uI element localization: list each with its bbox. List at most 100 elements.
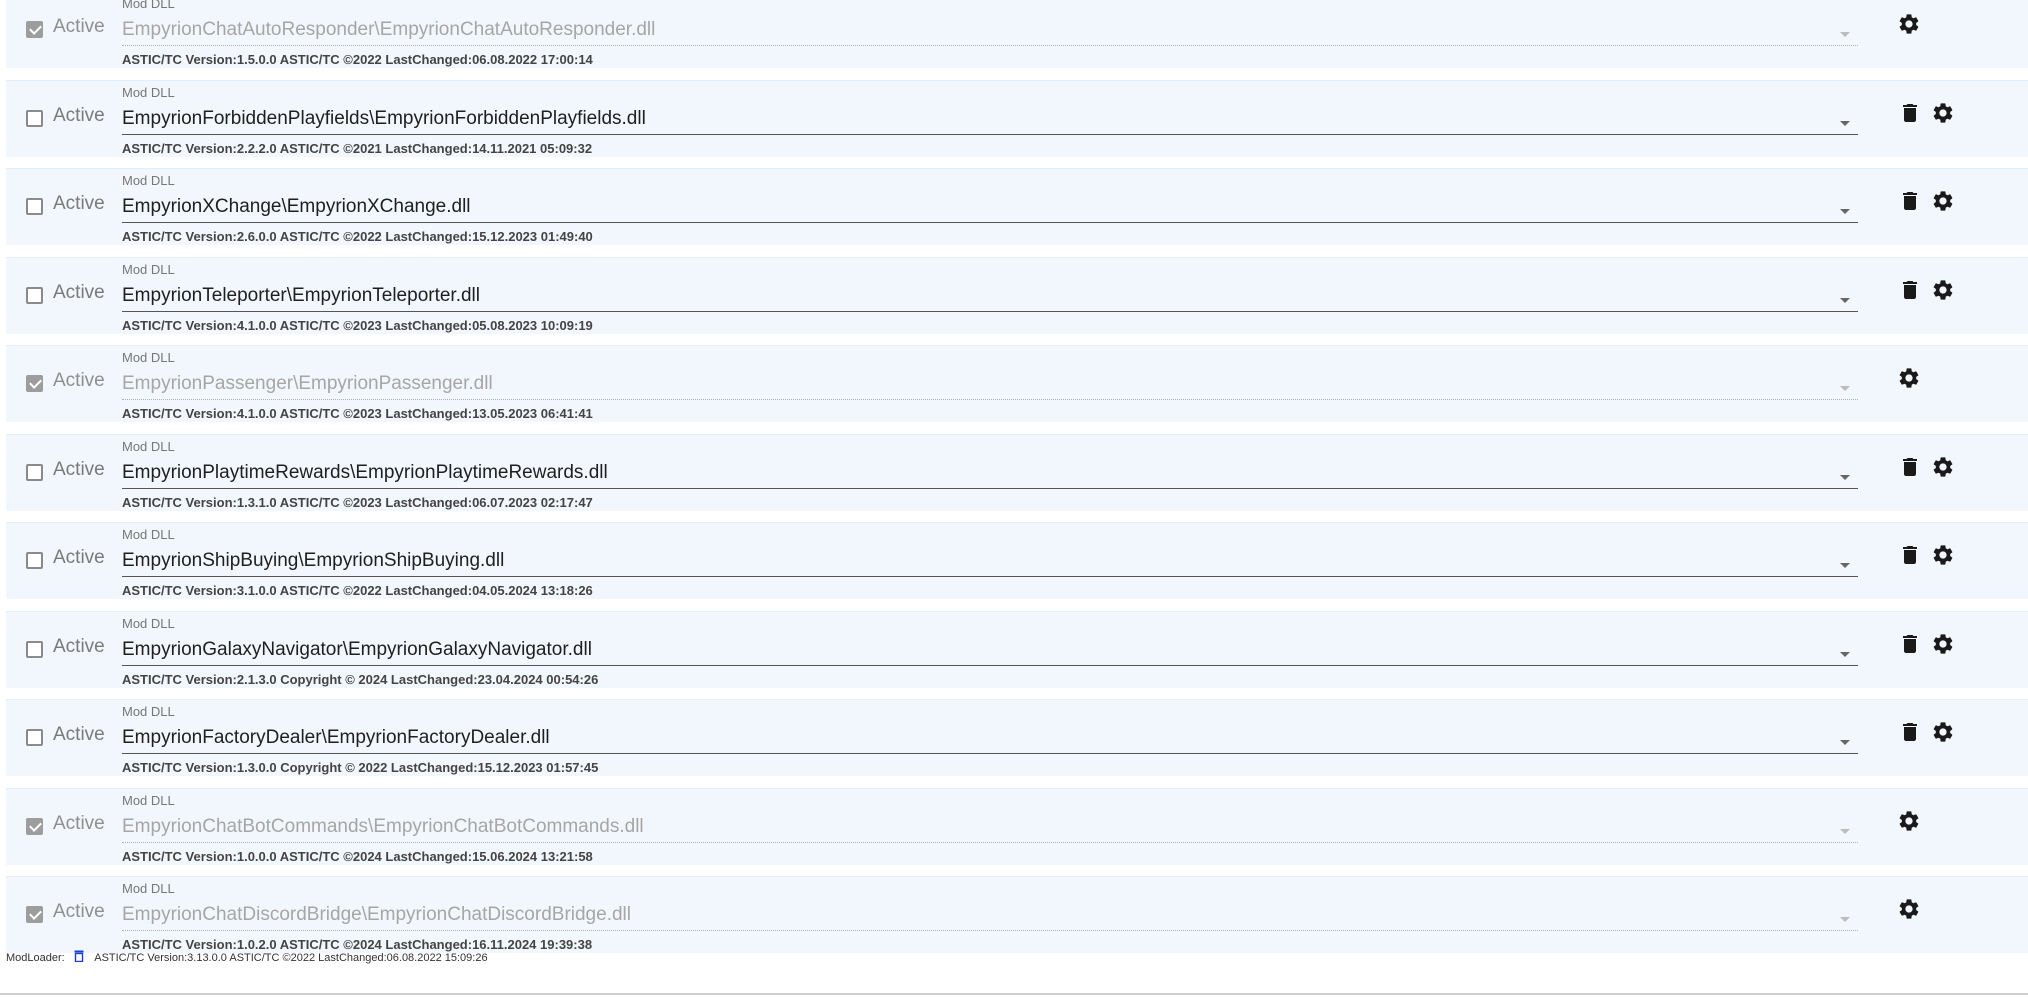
mod-dll-label: Mod DLL [122,881,175,896]
mod-row: Active Mod DLL EmpyrionXChange\EmpyrionXCh… [6,168,2028,245]
chevron-down-icon[interactable] [1840,120,1850,126]
gear-icon[interactable] [1931,455,1955,479]
active-checkbox[interactable] [26,640,43,658]
active-label: Active [53,104,105,126]
mod-row: Active Mod DLL EmpyrionForbiddenPlayfields… [6,79,2028,157]
active-checkbox[interactable] [26,817,43,835]
modloader-label: ModLoader: [6,952,65,964]
mod-row: Active Mod DLL EmpyrionChatDiscordBridge\E… [6,876,2028,953]
mod-row: Active Mod DLL EmpyrionChatAutoResponder\E… [6,0,2028,68]
mod-dll-label: Mod DLL [122,704,175,719]
chevron-down-icon[interactable] [1840,917,1850,922]
active-label: Active [53,812,105,834]
mod-dll-label: Mod DLL [122,84,175,100]
active-checkbox[interactable] [26,21,43,38]
select-underline [122,753,1858,754]
select-underline [122,133,1858,135]
mod-row: Active Mod DLL EmpyrionPassenger\EmpyrionP… [6,345,2028,422]
mod-version-info: ASTIC/TC Version:4.1.0.0 ASTIC/TC ©2023 … [122,317,593,333]
trash-icon[interactable] [1898,720,1922,744]
active-checkbox[interactable] [26,552,43,569]
chevron-down-icon[interactable] [1840,386,1850,391]
trash-icon[interactable] [1898,543,1922,567]
mod-dll-select[interactable]: EmpyrionPassenger\EmpyrionPassenger.dll [122,373,493,395]
gear-icon[interactable] [1931,632,1955,656]
gear-icon[interactable] [1931,720,1955,744]
chevron-down-icon[interactable] [1840,209,1850,214]
active-label: Active [53,547,105,568]
mod-dll-label: Mod DLL [122,173,175,188]
mod-version-info: ASTIC/TC Version:2.2.2.0 ASTIC/TC ©2021 … [122,140,593,156]
mod-version-info: ASTIC/TC Version:1.0.0.0 ASTIC/TC ©2024 … [122,848,593,864]
modloader-info: ASTIC/TC Version:3.13.0.0 ASTIC/TC ©2022… [94,952,488,964]
gear-icon[interactable] [1931,543,1955,567]
mod-dll-select[interactable]: EmpyrionChatDiscordBridge\EmpyrionChatDi… [122,904,631,926]
gear-icon[interactable] [1897,366,1921,390]
chevron-down-icon[interactable] [1840,297,1850,303]
mod-row: Active Mod DLL EmpyrionFactoryDealer\Empyr… [6,699,2028,776]
active-checkbox[interactable] [26,198,43,215]
chevron-down-icon[interactable] [1840,474,1850,480]
mod-row: Active Mod DLL EmpyrionGalaxyNavigator\Emp… [6,610,2028,688]
active-label: Active [53,635,105,657]
active-label: Active [53,458,105,480]
mod-version-info: ASTIC/TC Version:4.1.0.0 ASTIC/TC ©2023 … [122,406,593,421]
gear-icon[interactable] [1931,189,1955,213]
mod-dll-select[interactable]: EmpyrionShipBuying\EmpyrionShipBuying.dl… [122,550,504,572]
mod-version-info: ASTIC/TC Version:1.3.1.0 ASTIC/TC ©2023 … [122,494,593,510]
trash-icon[interactable] [1898,278,1922,302]
select-underline [122,222,1858,223]
select-underline [122,399,1858,400]
select-underline [122,841,1858,843]
mod-dll-select[interactable]: EmpyrionTeleporter\EmpyrionTeleporter.dl… [122,285,480,307]
select-underline [122,45,1858,46]
trash-icon[interactable] [1898,189,1922,213]
active-label: Active [53,193,105,214]
mod-dll-select[interactable]: EmpyrionFactoryDealer\EmpyrionFactoryDea… [122,727,550,749]
bottom-divider [0,993,2028,995]
active-checkbox[interactable] [26,463,43,481]
mod-version-info: ASTIC/TC Version:3.1.0.0 ASTIC/TC ©2022 … [122,583,593,598]
chevron-down-icon[interactable] [1840,32,1850,37]
mod-dll-select[interactable]: EmpyrionGalaxyNavigator\EmpyrionGalaxyNa… [122,639,592,661]
mod-dll-label: Mod DLL [122,792,175,808]
gear-icon[interactable] [1897,897,1921,921]
mod-dll-label: Mod DLL [122,527,175,542]
mod-version-info: ASTIC/TC Version:2.1.3.0 Copyright © 202… [122,671,599,687]
chevron-down-icon[interactable] [1840,651,1850,657]
mod-version-info: ASTIC/TC Version:1.5.0.0 ASTIC/TC ©2022 … [122,52,593,67]
active-checkbox[interactable] [26,729,43,746]
trash-icon[interactable] [1898,455,1922,479]
mod-dll-select[interactable]: EmpyrionXChange\EmpyrionXChange.dll [122,196,471,218]
chevron-down-icon[interactable] [1840,828,1850,834]
gear-icon[interactable] [1931,101,1955,125]
mod-row: Active Mod DLL EmpyrionChatBotCommands\Emp… [6,787,2028,865]
mod-row: Active Mod DLL EmpyrionPlaytimeRewards\Emp… [6,433,2028,511]
active-label: Active [53,16,105,37]
gear-icon[interactable] [1897,809,1921,833]
mod-dll-label: Mod DLL [122,615,175,631]
active-checkbox[interactable] [26,906,43,923]
chevron-down-icon[interactable] [1840,563,1850,568]
modloader-icon [74,950,84,962]
active-checkbox[interactable] [26,286,43,304]
mod-dll-select[interactable]: EmpyrionPlaytimeRewards\EmpyrionPlaytime… [122,462,608,484]
trash-icon[interactable] [1898,632,1922,656]
modloader-footer: ModLoader: ASTIC/TC Version:3.13.0.0 AST… [6,950,488,964]
active-checkbox[interactable] [26,109,43,127]
mod-dll-select[interactable]: EmpyrionChatAutoResponder\EmpyrionChatAu… [122,19,655,41]
mod-dll-select[interactable]: EmpyrionChatBotCommands\EmpyrionChatBotC… [122,816,644,838]
mod-dll-label: Mod DLL [122,261,175,277]
mod-row: Active Mod DLL EmpyrionTeleporter\Empyrion… [6,256,2028,334]
mod-dll-select[interactable]: EmpyrionForbiddenPlayfields\EmpyrionForb… [122,108,646,130]
active-label: Active [53,901,105,922]
active-label: Active [53,370,105,391]
active-label: Active [53,281,105,303]
gear-icon[interactable] [1931,278,1955,302]
active-checkbox[interactable] [26,375,43,392]
mod-dll-label: Mod DLL [122,438,175,454]
select-underline [122,487,1858,489]
chevron-down-icon[interactable] [1840,740,1850,745]
trash-icon[interactable] [1898,101,1922,125]
gear-icon[interactable] [1897,12,1921,36]
